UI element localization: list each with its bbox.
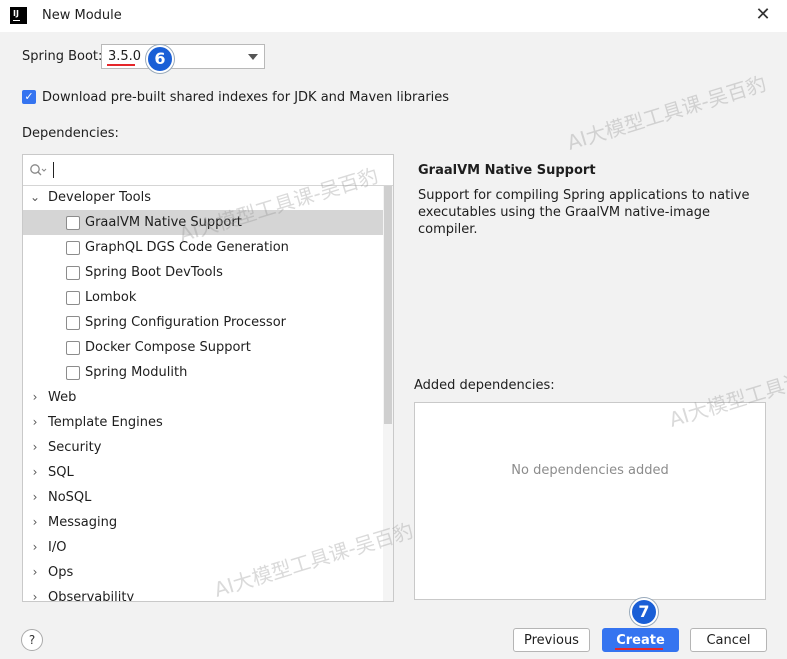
chevron-right-icon[interactable]: › [30,535,40,560]
tree-group-label: I/O [48,540,67,555]
chevron-right-icon[interactable]: › [30,510,40,535]
download-indexes-label: Download pre-built shared indexes for JD… [42,90,450,105]
spring-modulith-checkbox[interactable] [66,366,80,380]
config-processor-checkbox[interactable] [66,316,80,330]
spring-boot-version-value: 3.5.0 [108,49,142,64]
title-bar: IJ New Module ✕ [0,0,787,32]
lombok-checkbox[interactable] [66,291,80,305]
step-badge-7: 7 [630,598,658,626]
tree-group-observability[interactable]: › Observability [23,585,383,602]
version-highlight-underline [107,64,135,66]
dependency-detail-title: GraalVM Native Support [418,163,596,178]
tree-item-config-processor[interactable]: Spring Configuration Processor [23,310,383,335]
tree-group-label: Ops [48,565,74,580]
dependency-detail-description: Support for compiling Spring application… [418,188,750,237]
tree-group-label: Developer Tools [48,190,152,205]
chevron-right-icon[interactable]: › [30,435,40,460]
text-cursor [53,162,54,178]
tree-group-label: NoSQL [48,490,92,505]
tree-item-label: Spring Boot DevTools [85,265,223,280]
chevron-right-icon[interactable]: › [30,410,40,435]
dependencies-label: Dependencies: [22,126,119,141]
added-dependencies-panel: No dependencies added [414,402,766,600]
graphql-dgs-checkbox[interactable] [66,241,80,255]
create-highlight-underline [615,648,663,650]
tree-group-label: Web [48,390,77,405]
added-dependencies-label: Added dependencies: [414,378,555,393]
tree-group-label: Template Engines [48,415,163,430]
cancel-button[interactable]: Cancel [690,628,767,652]
tree-item-label: Spring Modulith [85,365,188,380]
chevron-right-icon[interactable]: › [30,385,40,410]
spring-boot-label: Spring Boot: [22,49,103,64]
tree-group-nosql[interactable]: › NoSQL [23,485,383,510]
help-button[interactable]: ? [21,629,43,651]
tree-group-messaging[interactable]: › Messaging [23,510,383,535]
chevron-right-icon[interactable]: › [30,485,40,510]
graalvm-checkbox[interactable] [66,216,80,230]
chevron-right-icon[interactable]: › [30,585,40,601]
devtools-checkbox[interactable] [66,266,80,280]
tree-group-sql[interactable]: › SQL [23,460,383,485]
tree-group-web[interactable]: › Web [23,385,383,410]
docker-compose-checkbox[interactable] [66,341,80,355]
chevron-right-icon[interactable]: › [30,560,40,585]
tree-item-label: Spring Configuration Processor [85,315,286,330]
tree-group-label: SQL [48,465,74,480]
previous-button[interactable]: Previous [513,628,590,652]
close-icon[interactable]: ✕ [752,4,774,26]
intellij-logo-icon: IJ [10,7,27,24]
tree-group-label: Messaging [48,515,118,530]
chevron-down-icon[interactable] [248,54,258,60]
tree-group-template-engines[interactable]: › Template Engines [23,410,383,435]
step-badge-6: 6 [146,45,174,73]
tree-group-label: Observability [48,590,135,602]
tree-item-devtools[interactable]: Spring Boot DevTools [23,260,383,285]
app-icon-text: IJ [13,9,19,18]
tree-group-security[interactable]: › Security [23,435,383,460]
tree-item-lombok[interactable]: Lombok [23,285,383,310]
window-title: New Module [42,8,122,23]
chevron-right-icon[interactable]: › [30,460,40,485]
search-icon [29,163,47,177]
spring-boot-version-select[interactable]: 3.5.0 [101,44,265,69]
tree-scrollbar-thumb[interactable] [384,186,392,424]
chevron-down-icon[interactable]: ⌄ [30,185,40,210]
tree-item-spring-modulith[interactable]: Spring Modulith [23,360,383,385]
tree-item-label: Lombok [85,290,137,305]
tree-group-label: Security [48,440,102,455]
watermark: AI大模型工具课-吴百豹 [564,71,769,155]
tree-item-docker-compose[interactable]: Docker Compose Support [23,335,383,360]
tree-item-label: Docker Compose Support [85,340,251,355]
download-indexes-checkbox[interactable]: ✓ [22,90,36,104]
no-dependencies-text: No dependencies added [511,463,669,478]
